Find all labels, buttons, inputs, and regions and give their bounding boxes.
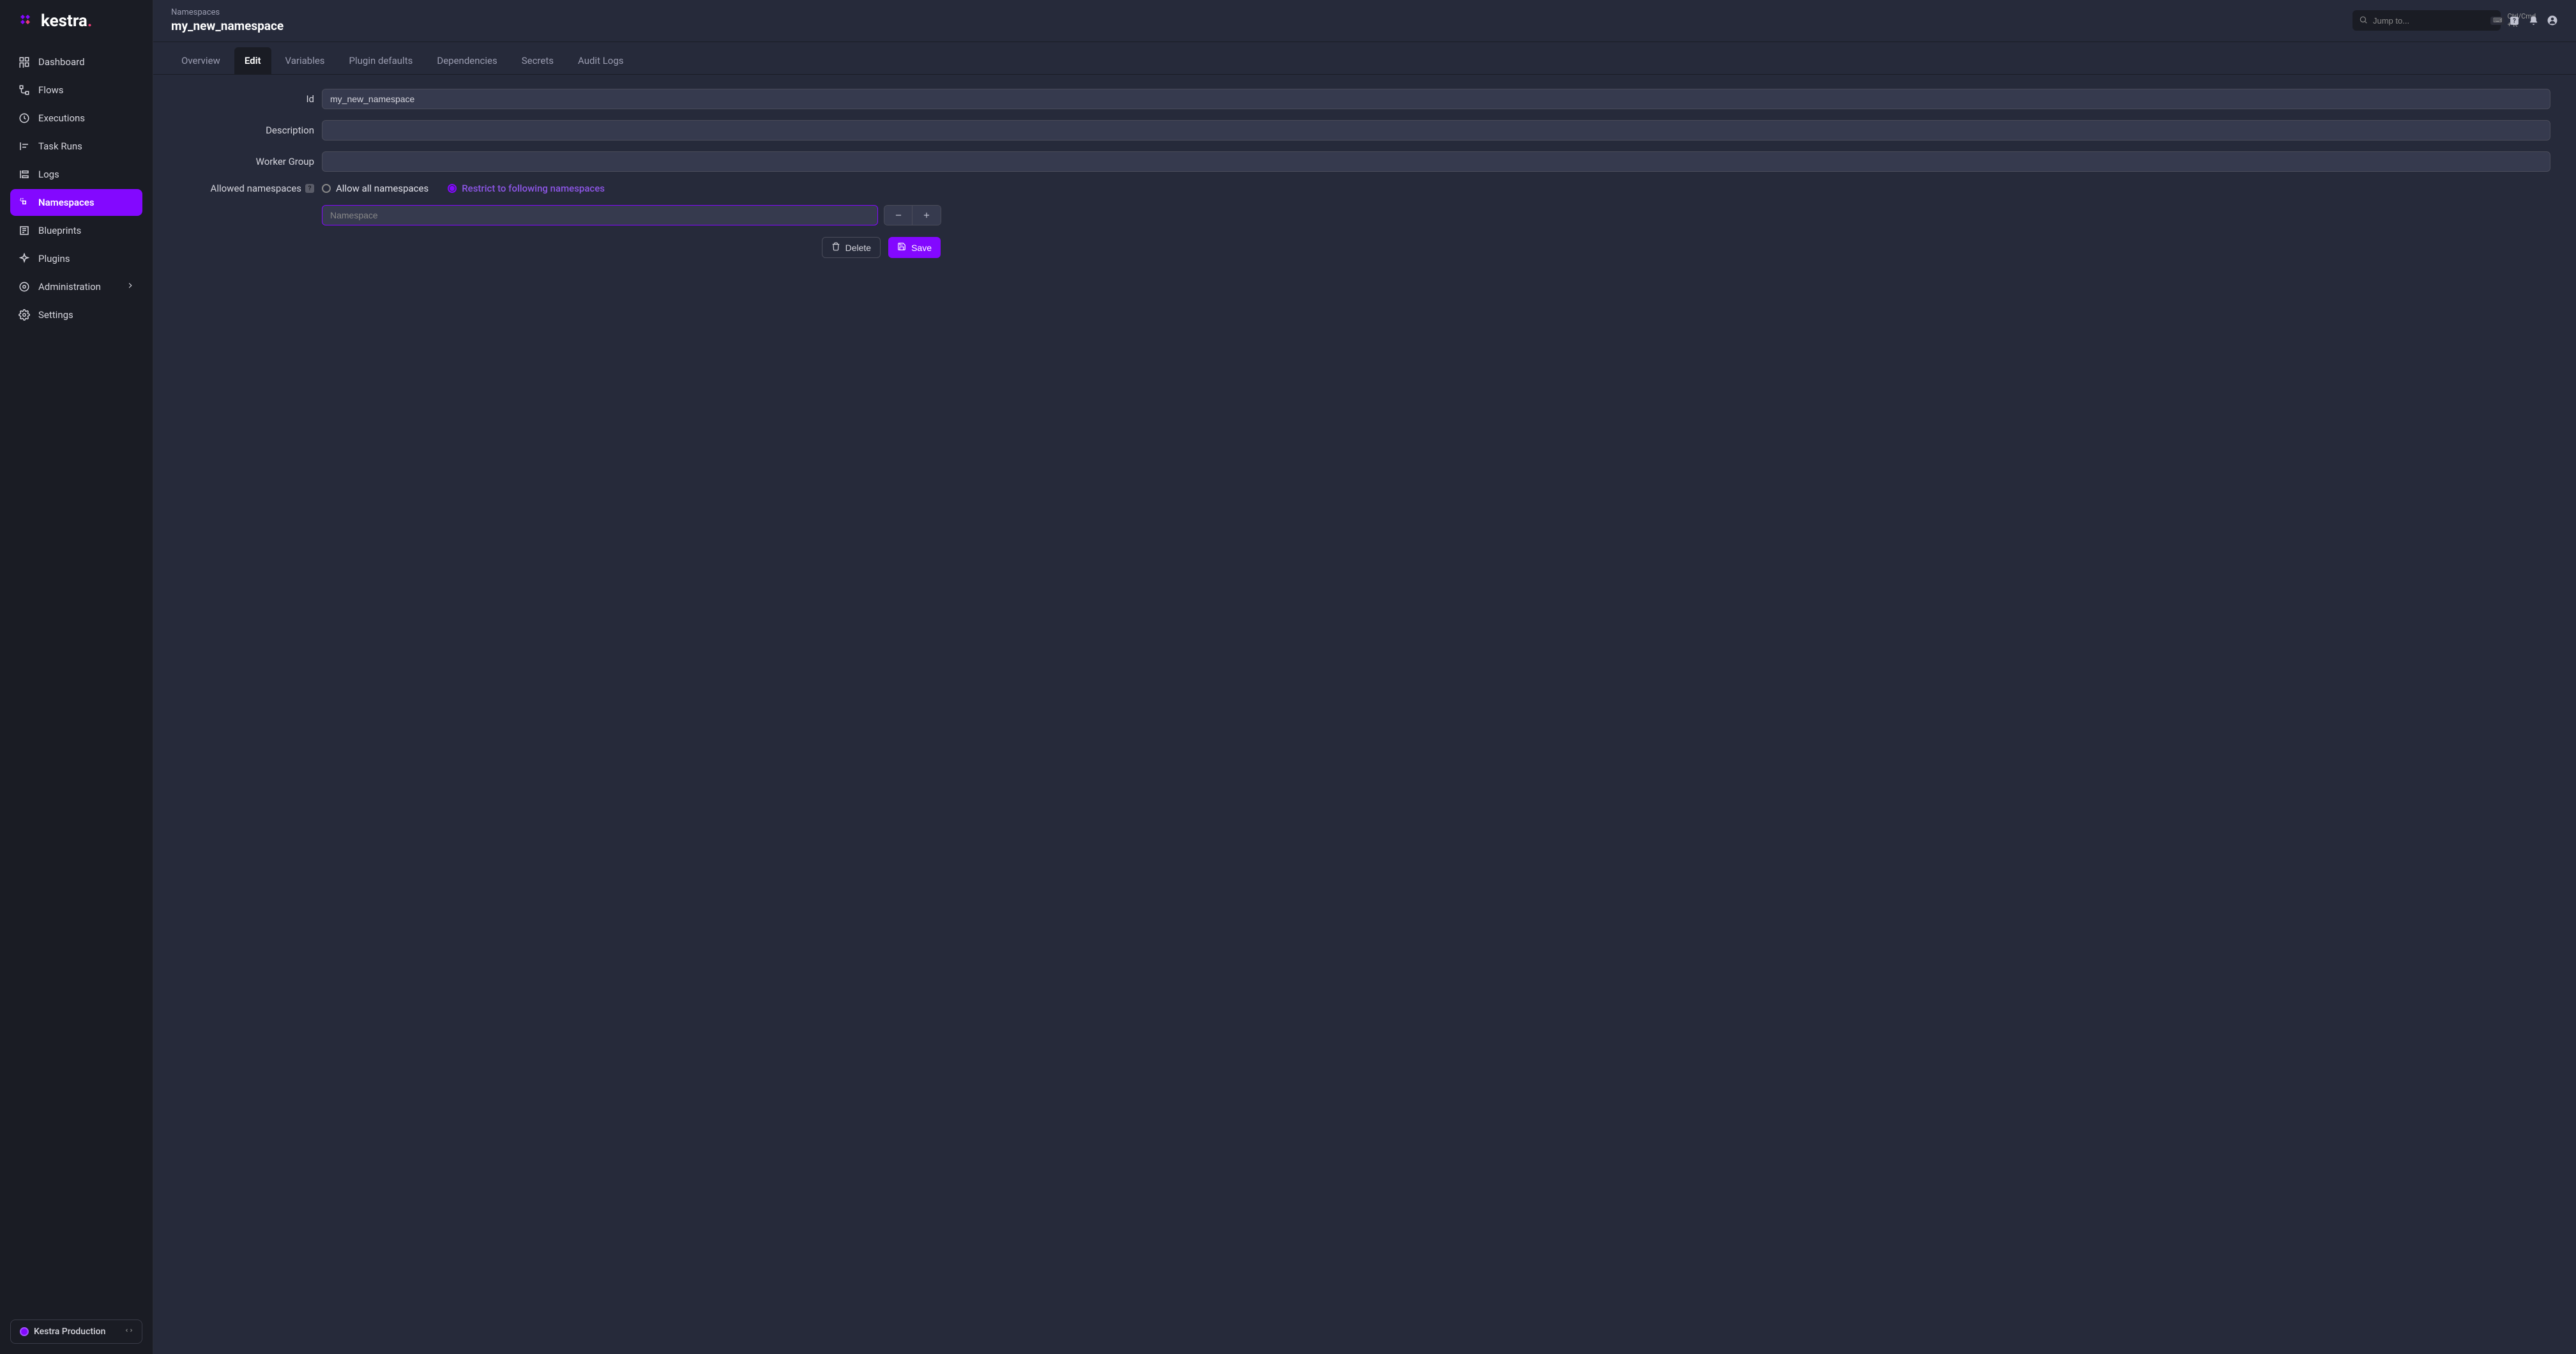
namespace-input-row [322,205,2550,225]
worker-group-input[interactable] [322,151,2550,172]
content: Id Description Worker Group Allowed name… [153,75,2576,1354]
nav-label: Administration [38,281,101,293]
tab-overview[interactable]: Overview [171,47,231,74]
logo-icon [18,12,36,30]
nav-label: Blueprints [38,225,81,236]
user-icon[interactable] [2547,15,2558,26]
namespaces-icon [18,196,31,209]
allowed-namespaces-label: Allowed namespaces ? [179,183,314,194]
description-label: Description [179,125,314,136]
sidebar-footer: Kestra Production [0,1309,153,1354]
logo-text: kestra. [41,11,92,31]
instance-dot-icon [20,1327,29,1336]
logo[interactable]: kestra. [0,0,153,42]
sidebar: kestra. Dashboard Flows Executions Task [0,0,153,1354]
breadcrumb-section: Namespaces my_new_namespace [171,8,2352,33]
tab-variables[interactable]: Variables [275,47,335,74]
settings-icon [18,308,31,321]
id-label: Id [179,93,314,105]
sidebar-item-executions[interactable]: Executions [10,105,142,132]
nav-label: Flows [38,84,64,96]
form-row-description: Description [179,120,2550,141]
main: Namespaces my_new_namespace ⌨ Ctrl/Cmd +… [153,0,2576,1354]
swap-icon [125,1327,133,1337]
search-box[interactable]: ⌨ Ctrl/Cmd + K [2352,10,2501,31]
radio-restrict[interactable]: Restrict to following namespaces [448,183,605,194]
help-icon[interactable]: ? [2508,15,2520,26]
instance-name: Kestra Production [34,1327,105,1337]
nav-label: Dashboard [38,56,85,68]
instance-selector[interactable]: Kestra Production [10,1320,142,1344]
blueprints-icon [18,224,31,237]
radio-icon [448,184,457,193]
dashboard-icon [18,56,31,68]
sidebar-item-namespaces[interactable]: Namespaces [10,189,142,216]
nav-label: Logs [38,169,59,180]
tab-secrets[interactable]: Secrets [511,47,564,74]
tab-audit-logs[interactable]: Audit Logs [568,47,634,74]
worker-group-label: Worker Group [179,156,314,167]
header-actions: ⌨ Ctrl/Cmd + K ? [2352,10,2558,31]
form-row-allowed-namespaces: Allowed namespaces ? Allow all namespace… [179,183,2550,194]
nav-items: Dashboard Flows Executions Task Runs Log… [0,42,153,1309]
chevron-right-icon [126,281,135,293]
namespace-btn-group [884,205,941,225]
sidebar-item-blueprints[interactable]: Blueprints [10,217,142,244]
tab-edit[interactable]: Edit [234,47,271,74]
save-button[interactable]: Save [888,237,941,258]
nav-label: Executions [38,112,85,124]
plugins-icon [18,252,31,265]
nav-label: Namespaces [38,197,95,208]
flows-icon [18,84,31,96]
id-input[interactable] [322,89,2550,109]
delete-button[interactable]: Delete [822,237,881,258]
add-namespace-button[interactable] [913,206,941,225]
sidebar-item-logs[interactable]: Logs [10,161,142,188]
namespace-input[interactable] [322,205,878,225]
breadcrumb[interactable]: Namespaces [171,8,2352,17]
nav-label: Task Runs [38,141,82,152]
logs-icon [18,168,31,181]
nav-label: Plugins [38,253,70,264]
help-tooltip-icon[interactable]: ? [305,184,314,193]
form-row-id: Id [179,89,2550,109]
sidebar-item-administration[interactable]: Administration [10,273,142,300]
keyboard-icon: ⌨ [2490,17,2504,25]
trash-icon [831,242,840,253]
bell-icon[interactable] [2527,15,2539,26]
executions-icon [18,112,31,125]
administration-icon [18,280,31,293]
save-icon [897,242,906,253]
taskruns-icon [18,140,31,153]
sidebar-item-settings[interactable]: Settings [10,301,142,328]
form-row-worker-group: Worker Group [179,151,2550,172]
tab-plugin-defaults[interactable]: Plugin defaults [339,47,423,74]
description-input[interactable] [322,120,2550,141]
page-title: my_new_namespace [171,19,2352,33]
sidebar-item-plugins[interactable]: Plugins [10,245,142,272]
radio-icon [322,184,331,193]
nav-label: Settings [38,309,73,321]
sidebar-item-flows[interactable]: Flows [10,77,142,103]
action-row: Delete Save [179,237,941,258]
remove-namespace-button[interactable] [884,206,913,225]
header: Namespaces my_new_namespace ⌨ Ctrl/Cmd +… [153,0,2576,42]
sidebar-item-dashboard[interactable]: Dashboard [10,49,142,75]
tab-dependencies[interactable]: Dependencies [427,47,507,74]
sidebar-item-taskruns[interactable]: Task Runs [10,133,142,160]
svg-text:?: ? [2513,18,2516,25]
search-input[interactable] [2373,16,2485,26]
radio-allow-all[interactable]: Allow all namespaces [322,183,428,194]
radio-group: Allow all namespaces Restrict to followi… [322,183,605,194]
tabs: Overview Edit Variables Plugin defaults … [153,47,2576,75]
search-icon [2359,15,2368,27]
